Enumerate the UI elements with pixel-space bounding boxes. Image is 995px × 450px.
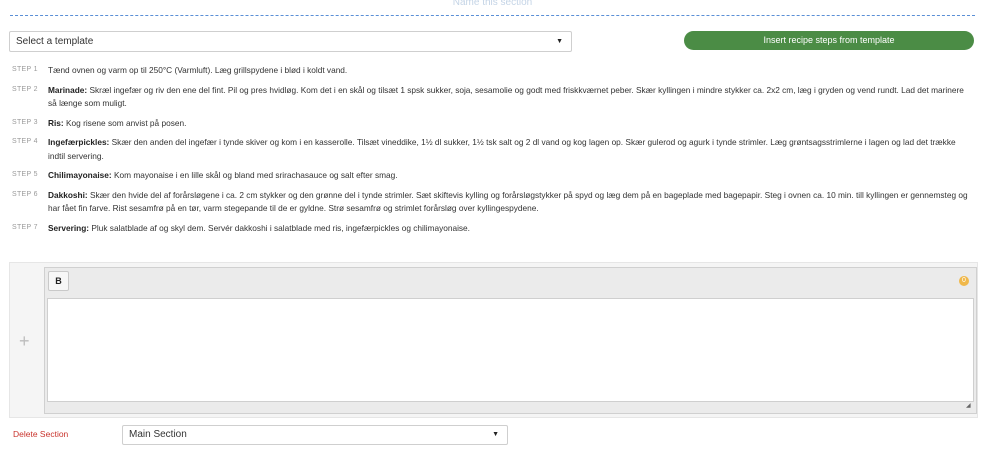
step-body: Kog risene som anvist på posen. bbox=[66, 117, 187, 128]
step-title: Chilimayonaise: bbox=[48, 170, 112, 180]
step-number-label: STEP 4 bbox=[12, 138, 38, 145]
section-select[interactable]: Main Section ▼ bbox=[122, 425, 508, 445]
step-number-label: STEP 5 bbox=[12, 171, 38, 178]
step-number-label: STEP 6 bbox=[12, 190, 38, 198]
step-text: Ris: Kog risene som anvist på posen. bbox=[48, 117, 971, 131]
step-row: STEP 2 Marinade: Skræl ingefær og riv den… bbox=[12, 84, 972, 111]
step-row: STEP 3 Ris: Kog risene som anvist på pose… bbox=[12, 117, 972, 131]
step-row: STEP 7 Servering: Pluk salatblade af og s… bbox=[12, 222, 972, 236]
step-number-label: STEP 1 bbox=[12, 66, 38, 73]
section-name-field[interactable]: Name this section bbox=[10, 0, 975, 16]
step-body: Tænd ovnen og varm op til 250°C (Varmluf… bbox=[48, 65, 348, 75]
recipe-steps-list: STEP 1 Tænd ovnen og varm op til 250°C (V… bbox=[12, 64, 972, 241]
delete-section-link[interactable]: Delete Section bbox=[13, 429, 68, 439]
step-text: Marinade: Skræl ingefær og riv den ene d… bbox=[48, 84, 971, 111]
plus-icon[interactable]: + bbox=[19, 331, 30, 352]
chevron-down-icon: ▼ bbox=[556, 38, 563, 45]
step-text: Servering: Pluk salatblade af og skyl de… bbox=[48, 222, 971, 236]
step-title: Ingefærpickles: bbox=[48, 137, 110, 147]
template-select-value: Select a template bbox=[16, 36, 94, 47]
step-text: Tænd ovnen og varm op til 250°C (Varmluf… bbox=[48, 64, 971, 78]
step-number-label: STEP 7 bbox=[12, 223, 38, 231]
step-text-input[interactable] bbox=[47, 298, 974, 402]
section-select-value: Main Section bbox=[129, 429, 187, 440]
chevron-down-icon: ▼ bbox=[492, 431, 499, 438]
step-number-label: STEP 2 bbox=[12, 85, 38, 93]
resize-handle-icon[interactable]: ◢ bbox=[966, 402, 971, 409]
step-text: Ingefærpickles: Skær den anden del ingef… bbox=[48, 136, 971, 163]
step-row: STEP 4 Ingefærpickles: Skær den anden del… bbox=[12, 136, 972, 163]
step-body: Skræl ingefær og riv den ene del fint. P… bbox=[48, 84, 964, 109]
step-body: Kom mayonaise i en lille skål og bland m… bbox=[113, 170, 398, 180]
step-text: Dakkoshi: Skær den hvide del af forårslø… bbox=[48, 189, 971, 216]
step-text: Chilimayonaise: Kom mayonaise i en lille… bbox=[48, 169, 971, 183]
step-title: Marinade: bbox=[48, 84, 88, 95]
step-body: Skær den hvide del af forårsløgene i ca.… bbox=[48, 189, 968, 214]
template-select[interactable]: Select a template ▼ bbox=[9, 31, 572, 52]
step-title: Ris: bbox=[48, 117, 64, 128]
character-count-badge: 0 bbox=[959, 276, 969, 286]
step-row: STEP 6 Dakkoshi: Skær den hvide del af fo… bbox=[12, 189, 972, 216]
step-body: Skær den anden del ingefær i tynde skive… bbox=[48, 137, 956, 161]
insert-template-button[interactable]: Insert recipe steps from template bbox=[684, 31, 974, 50]
step-body: Pluk salatblade af og skyl dem. Servér d… bbox=[91, 222, 470, 233]
step-title: Servering: bbox=[48, 222, 90, 233]
divider bbox=[9, 417, 976, 418]
step-row: STEP 5 Chilimayonaise: Kom mayonaise i en… bbox=[12, 169, 972, 183]
step-number-label: STEP 3 bbox=[12, 118, 38, 126]
section-name-placeholder: Name this section bbox=[452, 0, 533, 8]
step-row: STEP 1 Tænd ovnen og varm op til 250°C (V… bbox=[12, 64, 972, 78]
step-title: Dakkoshi: bbox=[48, 189, 88, 200]
bold-button[interactable]: B bbox=[48, 271, 69, 291]
